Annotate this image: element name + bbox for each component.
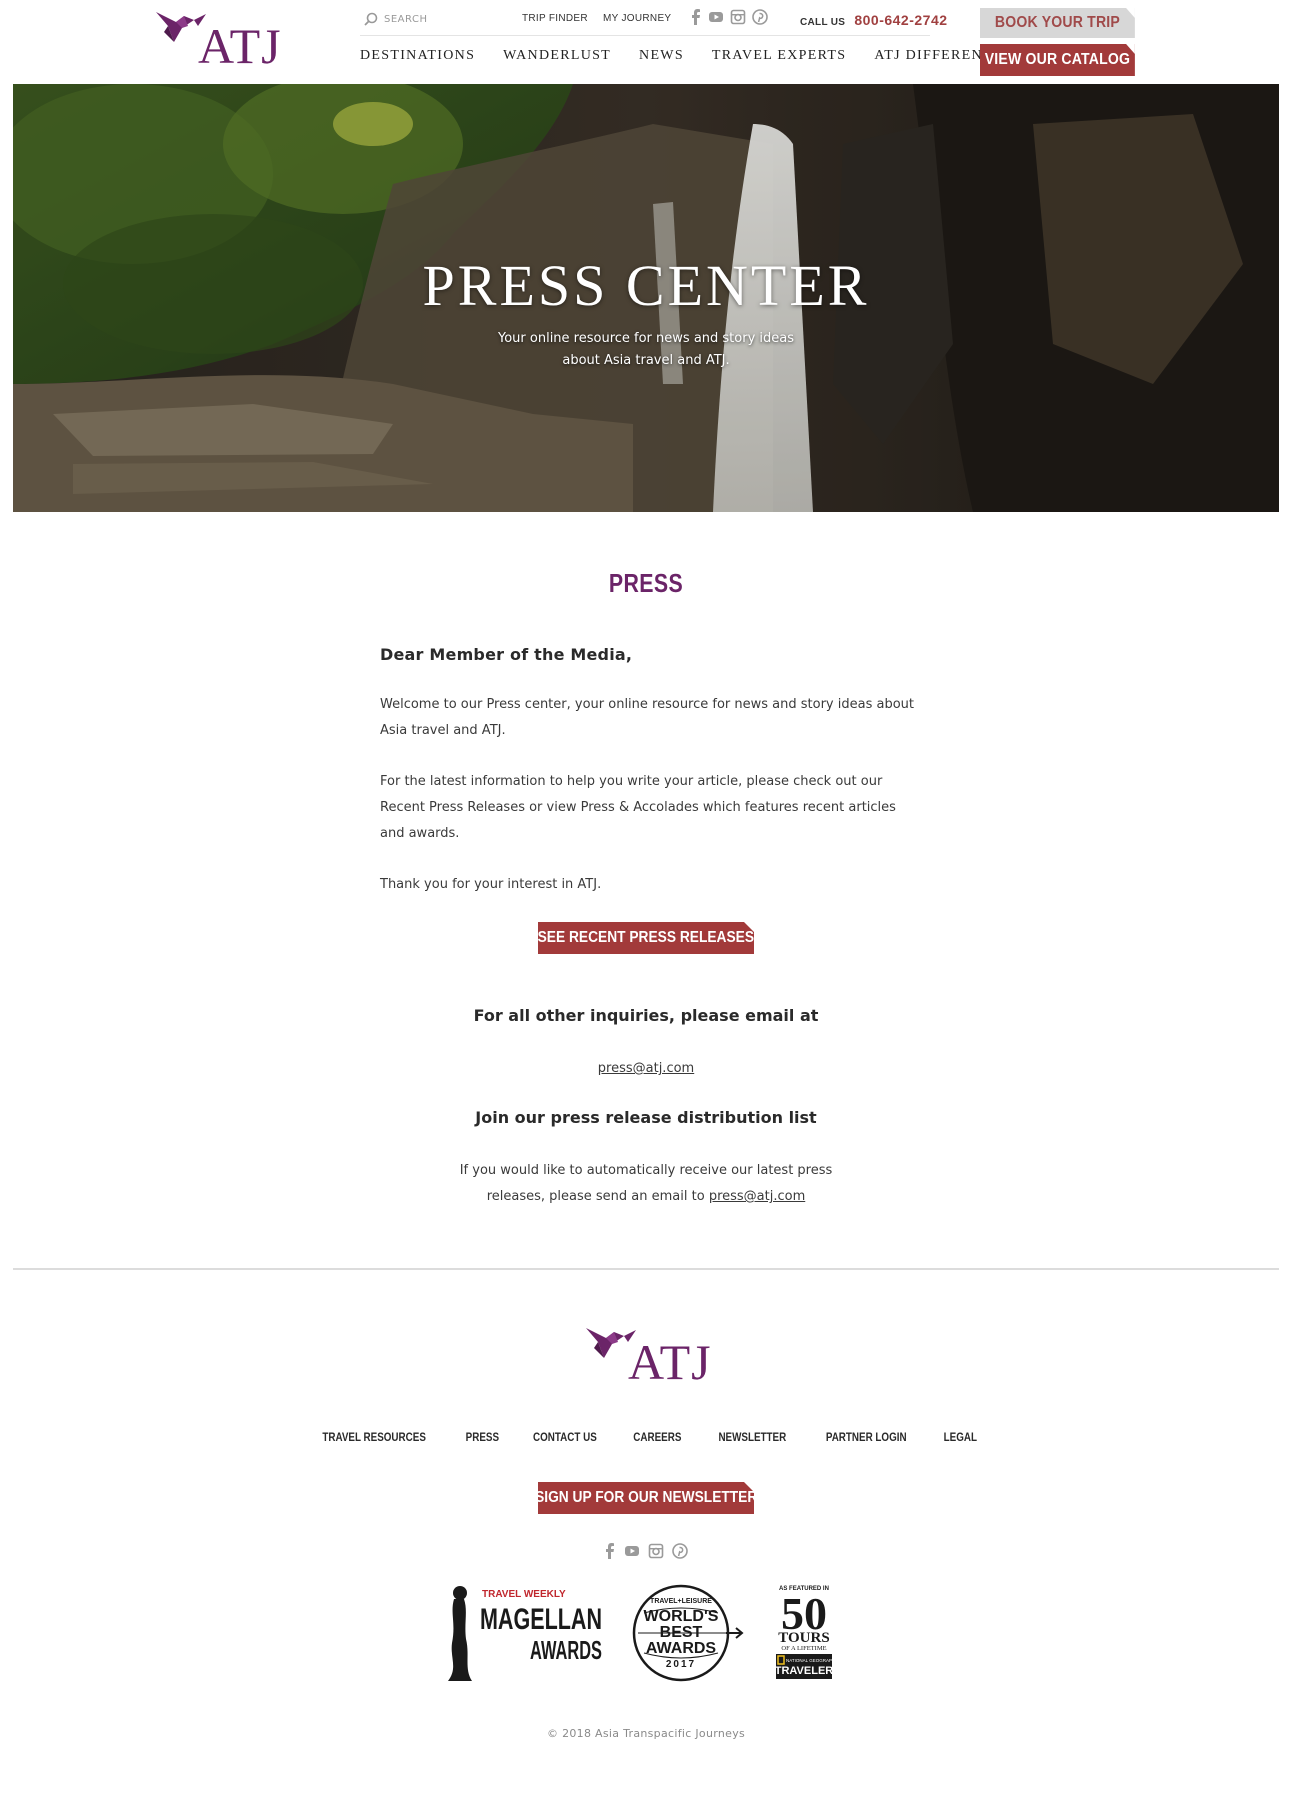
- footer-link-press[interactable]: PRESS: [465, 1430, 498, 1444]
- fifty-tours-logo: AS FEATURED IN 50 TOURS OF A LIFETIME NA…: [775, 1586, 841, 1679]
- nav-destinations[interactable]: DESTINATIONS: [360, 48, 475, 64]
- search-input[interactable]: [384, 13, 464, 25]
- newsletter-signup-button[interactable]: SIGN UP FOR OUR NEWSLETTER: [534, 1482, 758, 1514]
- paragraph-latest-info: For the latest information to help you w…: [380, 774, 896, 841]
- worlds-best-awards-logo: TRAVEL+LEISURE WORLD'S BEST AWARDS 2017: [632, 1584, 744, 1682]
- footer-link-travel-resources[interactable]: TRAVEL RESOURCES: [323, 1430, 427, 1444]
- join-text: If you would like to automatically recei…: [0, 1158, 1292, 1210]
- paragraph-thanks: Thank you for your interest in ATJ.: [380, 877, 602, 892]
- greeting: Dear Member of the Media,: [380, 645, 633, 664]
- utility-bar: TRIP FINDER MY JOURNEY CALL US 800-642-2…: [360, 0, 947, 36]
- inquiries-heading: For all other inquiries, please email at: [473, 1006, 819, 1025]
- worlds-best-top-text: TRAVEL+LEISURE: [650, 1598, 712, 1605]
- natgeo-badge-top: NATIONAL GEOGRAPHIC: [786, 1658, 841, 1663]
- call-us-label: CALL US: [800, 17, 846, 28]
- traveler-badge: TRAVELER: [775, 1665, 834, 1677]
- paragraph-welcome: Welcome to our Press center, your online…: [380, 697, 915, 738]
- section-title: PRESS: [608, 568, 684, 598]
- youtube-icon[interactable]: [708, 9, 724, 25]
- newsletter-signup-label: SIGN UP FOR OUR NEWSLETTER: [534, 1489, 758, 1506]
- footer-social-links: [0, 1543, 1292, 1559]
- magellan-awards-logo: TRAVEL WEEKLY MAGELLAN AWARDS: [448, 1586, 602, 1681]
- worlds-best-line1: WORLD'S: [644, 1608, 719, 1625]
- footer-link-partner-login[interactable]: PARTNER LOGIN: [826, 1430, 907, 1444]
- awards-row: TRAVEL WEEKLY MAGELLAN AWARDS TRAVEL+LEI…: [0, 1583, 1292, 1683]
- hero-subtitle-line2: about Asia travel and ATJ.: [562, 353, 730, 368]
- book-your-trip-button[interactable]: BOOK YOUR TRIP: [980, 8, 1135, 38]
- media-letter: Dear Member of the Media, Welcome to our…: [380, 645, 920, 923]
- folded-corner: [1126, 8, 1135, 18]
- press-email-link[interactable]: press@atj.com: [598, 1061, 694, 1076]
- join-line1: If you would like to automatically recei…: [459, 1163, 833, 1178]
- folded-corner: [744, 922, 754, 932]
- nav-news[interactable]: NEWS: [639, 48, 684, 64]
- my-journey-link[interactable]: MY JOURNEY: [603, 13, 671, 24]
- atj-logo[interactable]: ATJ: [154, 8, 284, 78]
- header-social-links: [690, 9, 768, 25]
- trip-finder-link[interactable]: TRIP FINDER: [522, 13, 588, 24]
- copyright: © 2018 Asia Transpacific Journeys: [546, 1727, 746, 1740]
- see-press-releases-button[interactable]: SEE RECENT PRESS RELEASES: [538, 922, 754, 954]
- footer-logo-wordmark: ATJ: [628, 1334, 712, 1390]
- site-header: ATJ TRIP FINDER MY JOURNEY CALL US 800-6…: [0, 0, 1292, 84]
- join-line2: releases, please send an email to press@…: [0, 1184, 1292, 1210]
- magellan-line2: AWARDS: [530, 1635, 602, 1665]
- footer-atj-logo[interactable]: ATJ: [584, 1324, 714, 1394]
- footer-divider: [13, 1268, 1279, 1270]
- hero-subtitle: Your online resource for news and story …: [13, 328, 1279, 372]
- search-box[interactable]: [364, 10, 464, 28]
- see-press-releases-label: SEE RECENT PRESS RELEASES: [537, 929, 755, 946]
- hero-banner: PRESS CENTER Your online resource for ne…: [13, 84, 1279, 512]
- magellan-top-text: TRAVEL WEEKLY: [482, 1589, 566, 1600]
- view-catalog-button[interactable]: VIEW OUR CATALOG: [980, 44, 1135, 76]
- worlds-best-year: 2017: [666, 1659, 696, 1670]
- footer-nav: TRAVEL RESOURCES PRESS CONTACT US CAREER…: [0, 1430, 1292, 1444]
- hero-title: PRESS CENTER: [422, 253, 870, 318]
- nav-travel-experts[interactable]: TRAVEL EXPERTS: [712, 48, 846, 64]
- view-catalog-label: VIEW OUR CATALOG: [984, 51, 1131, 68]
- search-icon: [364, 12, 378, 26]
- youtube-icon[interactable]: [624, 1543, 640, 1559]
- join-email-link[interactable]: press@atj.com: [709, 1189, 805, 1204]
- book-your-trip-label: BOOK YOUR TRIP: [994, 14, 1120, 31]
- footer-link-contact-us[interactable]: CONTACT US: [533, 1430, 597, 1444]
- phone-number[interactable]: 800-642-2742: [854, 12, 947, 28]
- instagram-icon[interactable]: [730, 9, 746, 25]
- facebook-icon[interactable]: [690, 9, 702, 25]
- magellan-line1: MAGELLAN: [480, 1603, 602, 1636]
- logo-wordmark: ATJ: [198, 18, 282, 74]
- worlds-best-line2: BEST: [660, 1624, 703, 1641]
- call-us: CALL US 800-642-2742: [800, 10, 948, 29]
- worlds-best-line3: AWARDS: [646, 1640, 717, 1657]
- fifty-line1: TOURS: [778, 1630, 829, 1646]
- instagram-icon[interactable]: [648, 1543, 664, 1559]
- footer-link-newsletter[interactable]: NEWSLETTER: [718, 1430, 786, 1444]
- facebook-icon[interactable]: [604, 1543, 616, 1559]
- fifty-line2: OF A LIFETIME: [781, 1645, 826, 1652]
- inquiries-email: press@atj.com: [0, 1056, 1292, 1082]
- main-nav: DESTINATIONS WANDERLUST NEWS TRAVEL EXPE…: [360, 48, 1031, 64]
- footer-link-legal[interactable]: LEGAL: [944, 1430, 977, 1444]
- join-line2-prefix: releases, please send an email to: [486, 1189, 709, 1204]
- pinterest-icon[interactable]: [672, 1543, 688, 1559]
- nav-wanderlust[interactable]: WANDERLUST: [503, 48, 611, 64]
- join-heading: Join our press release distribution list: [475, 1108, 817, 1127]
- footer-link-careers[interactable]: CAREERS: [633, 1430, 681, 1444]
- folded-corner: [744, 1482, 754, 1492]
- pinterest-icon[interactable]: [752, 9, 768, 25]
- folded-corner: [1126, 44, 1135, 54]
- hero-subtitle-line1: Your online resource for news and story …: [498, 331, 794, 346]
